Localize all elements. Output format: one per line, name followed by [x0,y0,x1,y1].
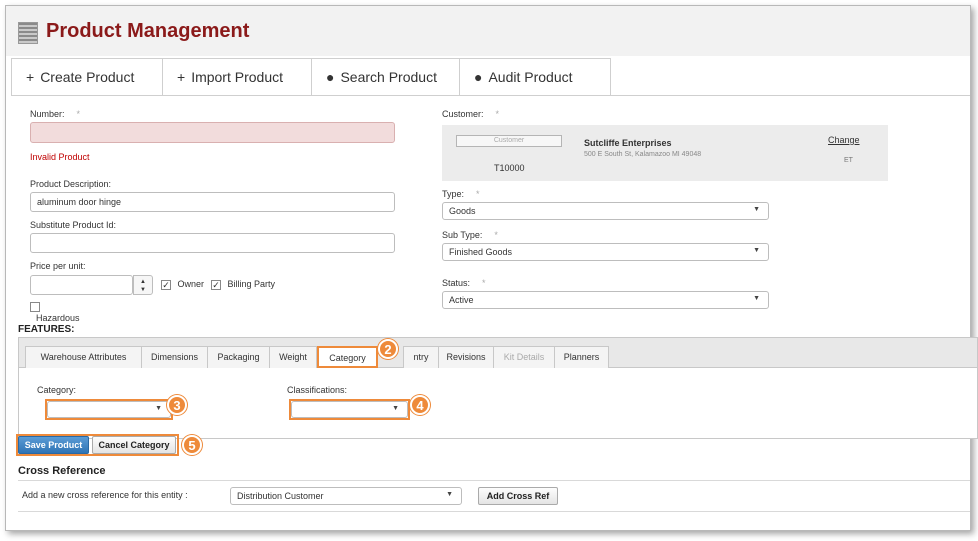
customer-panel: Customer T10000 Sutcliffe Enterprises 50… [442,125,888,181]
type-select[interactable]: Goods ▼ [442,202,769,220]
description-label: Product Description: [30,179,112,189]
tab-label: Audit Product [488,69,573,85]
cross-reference-prompt: Add a new cross reference for this entit… [22,490,188,500]
audit-circle-icon: ● [474,69,483,85]
chevron-down-icon: ▼ [753,206,760,213]
hazardous-label: Hazardous [36,313,80,323]
customer-label: Customer: * [442,109,500,119]
customer-button[interactable]: Customer [456,135,562,147]
tab-audit-product[interactable]: ● Audit Product [459,58,611,96]
tab-label: Import Product [191,69,284,85]
tab-import-product[interactable]: + Import Product [162,58,312,96]
price-field[interactable] [30,275,133,295]
tab-weight[interactable]: Weight [269,346,317,368]
features-heading: FEATURES: [18,324,75,335]
chevron-down-icon: ▼ [446,491,453,498]
main-tabs: + Create Product + Import Product ● Sear… [11,58,611,96]
header: Product Management [6,6,970,56]
features-tabbar: Warehouse Attributes Dimensions Packagin… [19,338,977,368]
substitute-field[interactable] [30,233,395,253]
status-select[interactable]: Active ▼ [442,291,769,309]
tab-revisions[interactable]: Revisions [438,346,494,368]
save-product-button[interactable]: Save Product [18,436,89,454]
hazardous-checkbox[interactable] [30,301,40,312]
plus-icon: + [26,69,35,85]
customer-address: 500 E South St, Kalamazoo MI 49048 [584,151,702,158]
status-label: Status: * [442,278,486,288]
number-label: Number: * [30,109,81,119]
cross-reference-heading: Cross Reference [18,465,106,477]
features-panel: Warehouse Attributes Dimensions Packagin… [18,337,978,439]
chevron-down-icon: ▼ [753,295,760,302]
tab-country[interactable]: ntry [403,346,439,368]
tab-divider [11,95,970,96]
sub-type-label: Sub Type: * [442,230,498,240]
number-field[interactable] [30,122,395,143]
tab-warehouse-attributes[interactable]: Warehouse Attributes [25,346,142,368]
classifications-highlight [289,399,410,420]
callout-5-badge: 5 [182,435,202,455]
callout-2-badge: 2 [378,339,398,359]
app-window: Product Management + Create Product + Im… [5,5,978,531]
substitute-label: Substitute Product Id: [30,220,117,230]
description-field[interactable]: aluminum door hinge [30,192,395,212]
add-cross-ref-button[interactable]: Add Cross Ref [478,487,558,505]
tab-kit-details: Kit Details [493,346,555,368]
owner-option[interactable]: ✓ Owner [161,279,204,290]
tab-planners[interactable]: Planners [554,346,609,368]
type-label: Type: * [442,189,480,199]
owner-checkbox[interactable]: ✓ [161,279,171,290]
tab-packaging[interactable]: Packaging [207,346,270,368]
page-title: Product Management [46,20,250,42]
billing-party-option[interactable]: ✓ Billing Party [211,279,275,290]
tab-label: Search Product [340,69,437,85]
tab-search-product[interactable]: ● Search Product [311,58,460,96]
tab-category[interactable]: Category [317,346,378,368]
number-error: Invalid Product [30,152,90,162]
category-highlight [45,399,173,420]
sub-type-select[interactable]: Finished Goods ▼ [442,243,769,261]
cancel-category-button[interactable]: Cancel Category [92,436,176,454]
hazardous-option[interactable] [30,301,40,312]
customer-name: Sutcliffe Enterprises [584,138,672,148]
search-circle-icon: ● [326,69,335,85]
bottom-divider [18,511,970,512]
plus-icon: + [177,69,186,85]
customer-code: T10000 [494,163,525,173]
billing-party-checkbox[interactable]: ✓ [211,279,221,290]
classifications-label: Classifications: [287,385,348,395]
tab-label: Create Product [40,69,135,85]
callout-4-badge: 4 [410,395,430,415]
category-label: Category: [37,385,77,395]
cross-reference-divider [18,480,970,481]
cross-reference-select[interactable]: Distribution Customer ▼ [230,487,462,505]
price-label: Price per unit: [30,261,86,271]
tab-dimensions[interactable]: Dimensions [141,346,208,368]
price-stepper[interactable]: ▲ ▼ [133,275,153,295]
customer-timezone: ET [844,157,853,164]
app-logo-icon [18,22,38,44]
chevron-down-icon: ▼ [753,247,760,254]
tab-create-product[interactable]: + Create Product [11,58,163,96]
callout-3-badge: 3 [167,395,187,415]
change-customer-link[interactable]: Change [828,135,860,145]
